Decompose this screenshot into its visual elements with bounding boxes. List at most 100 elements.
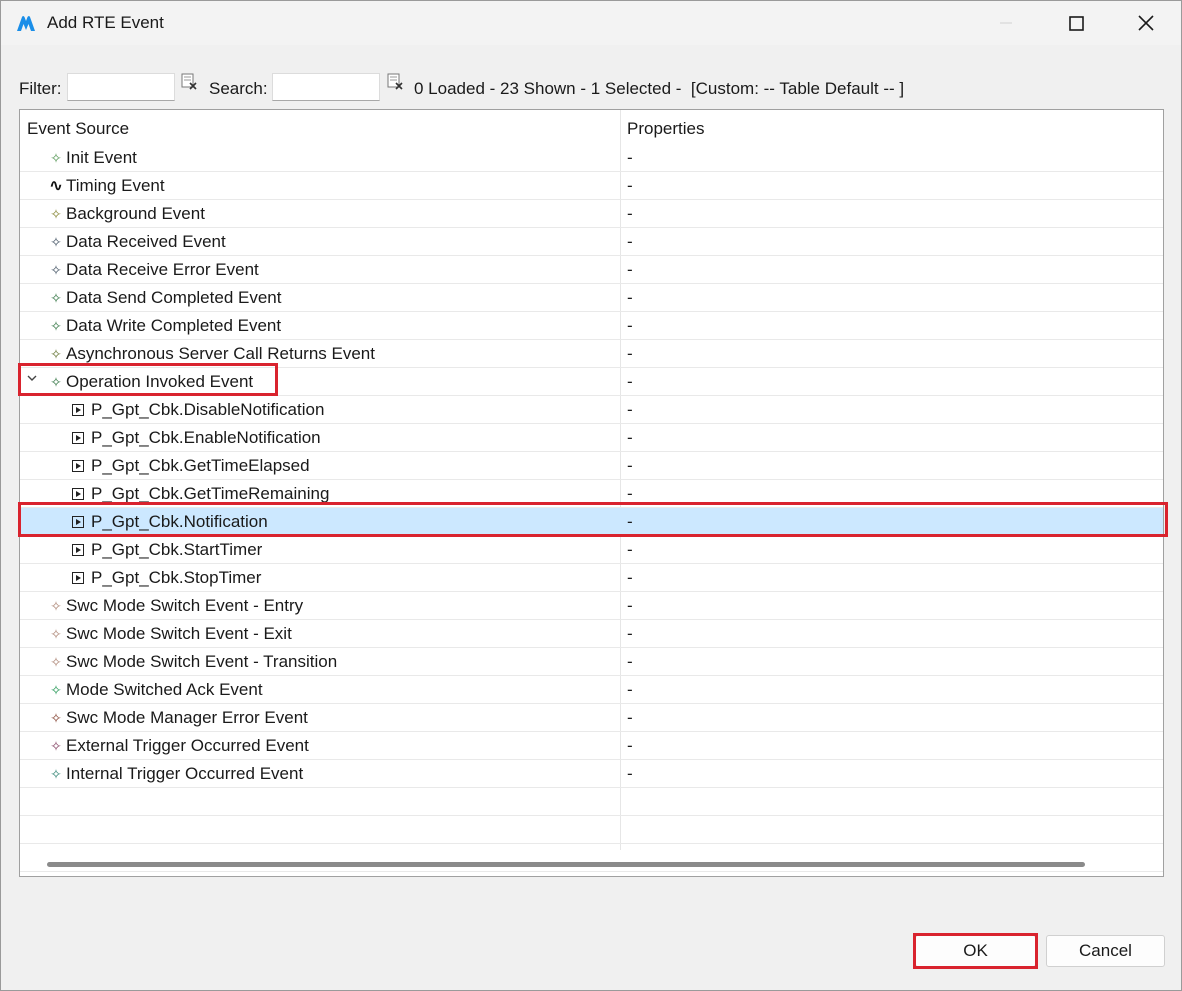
- event-source-cell: P_Gpt_Cbk.GetTimeRemaining: [72, 484, 329, 504]
- table-row[interactable]: ✧ Data Receive Error Event -: [20, 256, 1163, 284]
- properties-cell: -: [627, 288, 633, 307]
- filter-input[interactable]: [67, 73, 175, 101]
- cancel-button[interactable]: Cancel: [1046, 935, 1165, 967]
- event-source-label: Asynchronous Server Call Returns Event: [66, 344, 375, 363]
- minimize-icon: [1000, 22, 1012, 24]
- app-logo-icon: [15, 13, 37, 33]
- operation-icon: [72, 544, 84, 556]
- event-source-cell: ✧ Internal Trigger Occurred Event: [48, 764, 303, 784]
- table-row[interactable]: ✧ Operation Invoked Event -: [20, 368, 1163, 396]
- event-source-cell: ✧ Data Receive Error Event: [48, 260, 259, 280]
- table-row[interactable]: P_Gpt_Cbk.EnableNotification -: [20, 424, 1163, 452]
- event-source-cell: ✧ Swc Mode Switch Event - Transition: [48, 652, 337, 672]
- clear-filter-icon[interactable]: [181, 73, 199, 91]
- properties-cell: -: [627, 176, 633, 195]
- event-source-cell: ✧ Operation Invoked Event: [48, 372, 253, 392]
- event-source-label: P_Gpt_Cbk.StartTimer: [91, 540, 263, 559]
- filter-toolbar: Filter: Search: 0 Loaded - 23 Shown - 1 …: [1, 67, 1181, 107]
- event-source-label: Operation Invoked Event: [66, 372, 254, 391]
- table-status-text: 0 Loaded - 23 Shown - 1 Selected - [Cust…: [414, 79, 905, 98]
- event-source-label: Data Send Completed Event: [66, 288, 282, 307]
- window-title: Add RTE Event: [47, 13, 164, 32]
- chevron-down-icon[interactable]: [27, 373, 37, 383]
- table-row[interactable]: ✧ Swc Mode Switch Event - Transition -: [20, 648, 1163, 676]
- event-table: Event Source Properties ✧ Init Event - ∿ Tim…: [19, 109, 1164, 877]
- operation-icon: [72, 432, 84, 444]
- close-icon: [1138, 15, 1154, 31]
- event-source-label: Data Write Completed Event: [66, 316, 282, 335]
- event-source-cell: ✧ Mode Switched Ack Event: [48, 680, 262, 700]
- table-row[interactable]: ✧ Internal Trigger Occurred Event -: [20, 760, 1163, 788]
- event-source-label: Background Event: [66, 204, 205, 223]
- star-icon: ✧: [50, 682, 62, 698]
- table-row[interactable]: ✧ Data Write Completed Event -: [20, 312, 1163, 340]
- table-row[interactable]: ✧ Mode Switched Ack Event -: [20, 676, 1163, 704]
- star-icon: ✧: [50, 626, 62, 642]
- search-input[interactable]: [272, 73, 380, 101]
- event-source-cell: ✧ Data Send Completed Event: [48, 288, 281, 308]
- event-source-cell: P_Gpt_Cbk.EnableNotification: [72, 428, 321, 448]
- table-row[interactable]: ✧ External Trigger Occurred Event -: [20, 732, 1163, 760]
- table-row[interactable]: P_Gpt_Cbk.GetTimeRemaining -: [20, 480, 1163, 508]
- table-row[interactable]: P_Gpt_Cbk.DisableNotification -: [20, 396, 1163, 424]
- minimize-button[interactable]: [971, 1, 1041, 45]
- star-icon: ✧: [50, 766, 62, 782]
- clear-search-icon[interactable]: [387, 73, 405, 91]
- star-icon: ✧: [50, 738, 62, 754]
- event-source-cell: P_Gpt_Cbk.Notification: [72, 512, 268, 532]
- event-source-cell: ∿ Timing Event: [48, 176, 165, 196]
- event-source-label: Swc Mode Switch Event - Transition: [66, 652, 338, 671]
- event-source-cell: ✧ Init Event: [48, 148, 137, 168]
- star-icon: ✧: [50, 234, 62, 250]
- ok-button[interactable]: OK: [915, 935, 1036, 967]
- event-source-cell: P_Gpt_Cbk.StopTimer: [72, 568, 261, 588]
- column-header-properties[interactable]: Properties: [627, 119, 704, 139]
- star-icon: ✧: [50, 206, 62, 222]
- properties-cell: -: [627, 512, 633, 531]
- table-row[interactable]: P_Gpt_Cbk.GetTimeElapsed -: [20, 452, 1163, 480]
- properties-cell: -: [627, 372, 633, 391]
- table-row[interactable]: P_Gpt_Cbk.StopTimer -: [20, 564, 1163, 592]
- star-icon: ✧: [50, 262, 62, 278]
- operation-icon: [72, 460, 84, 472]
- event-source-label: Swc Mode Switch Event - Exit: [66, 624, 292, 643]
- table-row[interactable]: ✧ Background Event -: [20, 200, 1163, 228]
- table-row[interactable]: ✧ Data Send Completed Event -: [20, 284, 1163, 312]
- table-row[interactable]: ✧ Swc Mode Switch Event - Exit -: [20, 620, 1163, 648]
- star-icon: ✧: [50, 318, 62, 334]
- properties-cell: -: [627, 624, 633, 643]
- operation-icon: [72, 404, 84, 416]
- table-row[interactable]: ✧ Data Received Event -: [20, 228, 1163, 256]
- table-row[interactable]: P_Gpt_Cbk.Notification -: [20, 508, 1163, 536]
- event-source-cell: ✧ Background Event: [48, 204, 205, 224]
- timing-wave-icon: ∿: [48, 176, 64, 195]
- table-row[interactable]: ∿ Timing Event -: [20, 172, 1163, 200]
- close-button[interactable]: [1111, 1, 1181, 45]
- star-icon: ✧: [50, 374, 62, 390]
- maximize-button[interactable]: [1041, 1, 1111, 45]
- star-icon: ✧: [50, 346, 62, 362]
- star-icon: ✧: [50, 598, 62, 614]
- table-row[interactable]: P_Gpt_Cbk.StartTimer -: [20, 536, 1163, 564]
- table-body: ✧ Init Event - ∿ Timing Event - ✧ Background Ev…: [20, 144, 1163, 872]
- column-header-event-source[interactable]: Event Source: [27, 119, 129, 139]
- event-source-label: Internal Trigger Occurred Event: [66, 764, 304, 783]
- operation-icon: [72, 572, 84, 584]
- table-row[interactable]: ✧ Asynchronous Server Call Returns Event -: [20, 340, 1163, 368]
- table-row[interactable]: ✧ Swc Mode Manager Error Event -: [20, 704, 1163, 732]
- event-source-cell: ✧ Swc Mode Manager Error Event: [48, 708, 308, 728]
- event-source-label: Timing Event: [66, 176, 165, 195]
- properties-cell: -: [627, 204, 633, 223]
- table-row[interactable]: ✧ Init Event -: [20, 144, 1163, 172]
- properties-cell: -: [627, 456, 633, 475]
- properties-cell: -: [627, 708, 633, 727]
- event-source-label: Data Received Event: [66, 232, 226, 251]
- horizontal-scrollbar[interactable]: [47, 862, 1085, 867]
- title-bar[interactable]: Add RTE Event: [1, 1, 1181, 45]
- operation-icon: [72, 516, 84, 528]
- table-row[interactable]: ✧ Swc Mode Switch Event - Entry -: [20, 592, 1163, 620]
- event-source-cell: ✧ Swc Mode Switch Event - Entry: [48, 596, 303, 616]
- event-source-label: P_Gpt_Cbk.EnableNotification: [91, 428, 321, 447]
- event-source-label: P_Gpt_Cbk.DisableNotification: [91, 400, 325, 419]
- star-icon: ✧: [50, 150, 62, 166]
